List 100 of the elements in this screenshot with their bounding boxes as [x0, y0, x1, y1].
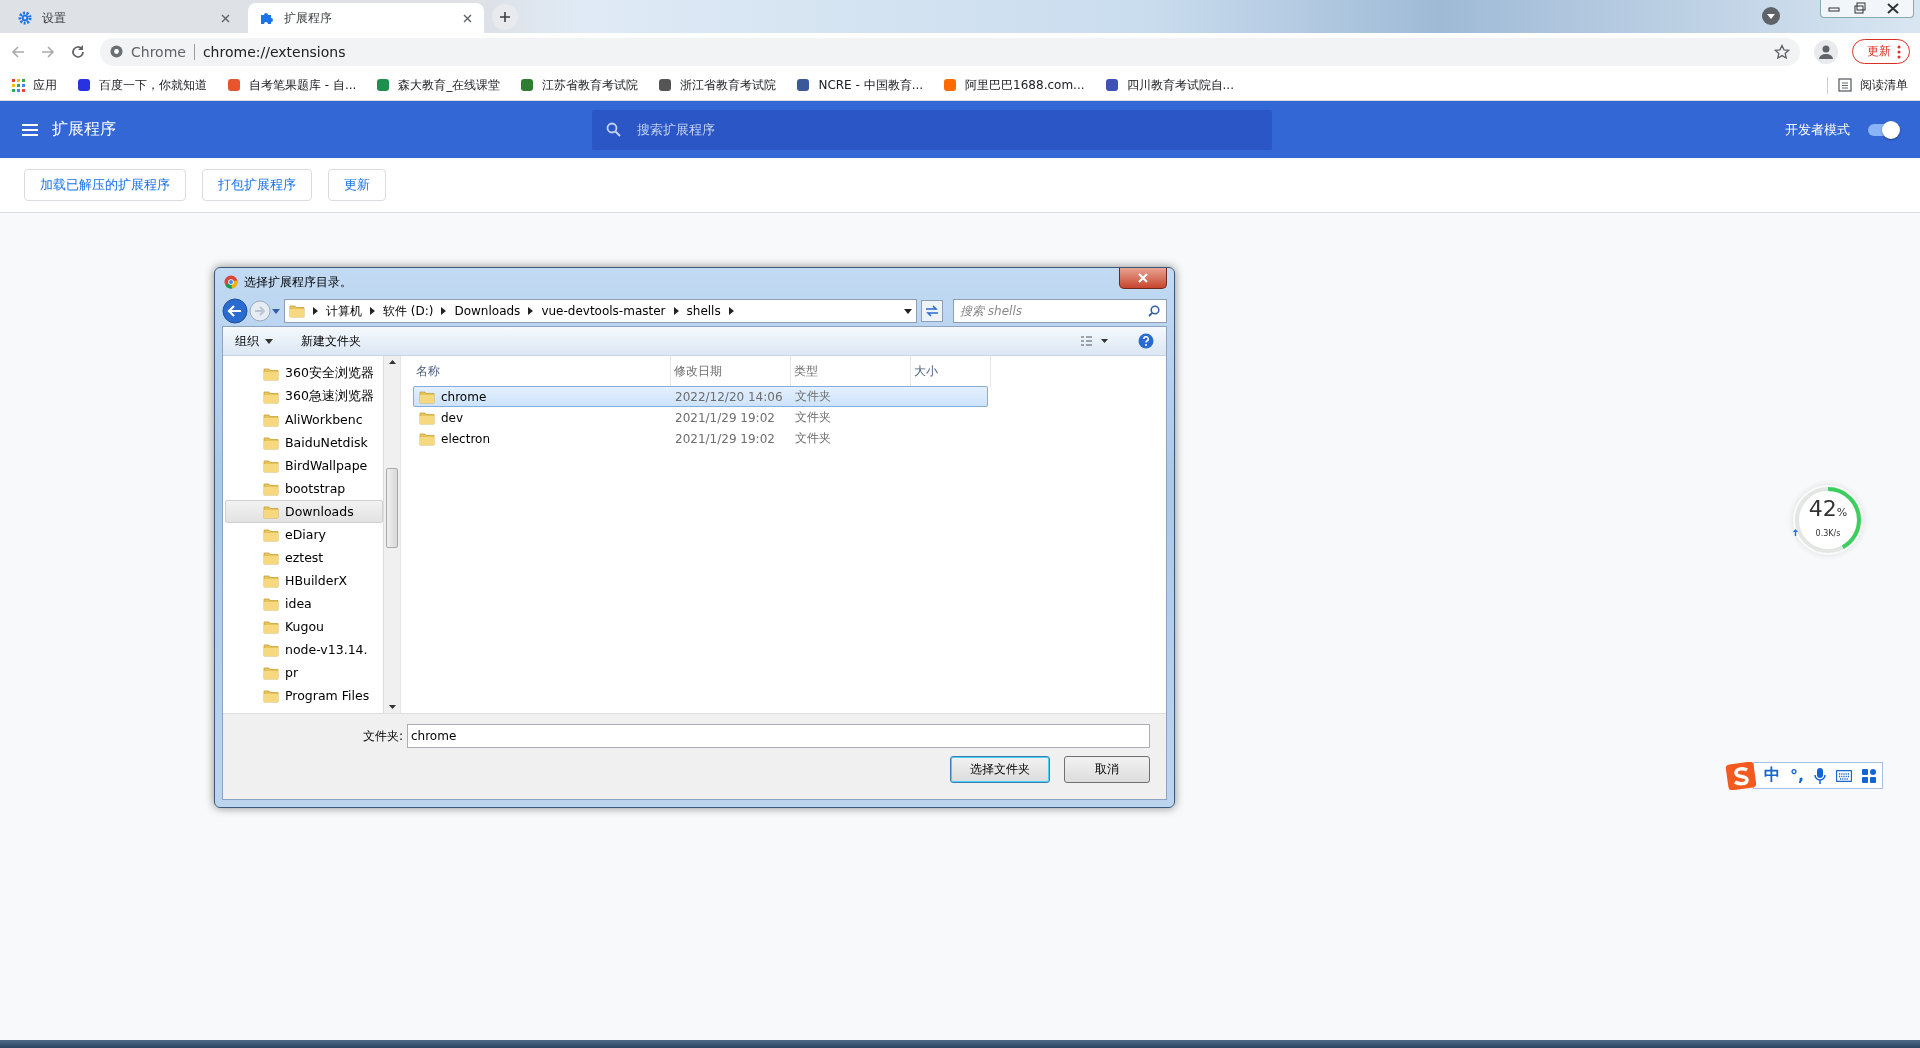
list-icon: [1838, 78, 1852, 92]
command-button[interactable]: 组织: [235, 332, 259, 350]
caret-icon[interactable]: [904, 308, 912, 314]
microphone-icon[interactable]: [1814, 767, 1827, 784]
site-label: Chrome: [131, 43, 195, 60]
folder-icon: [419, 431, 435, 446]
file-row[interactable]: chrome 2022/12/20 14:06 文件夹: [413, 386, 988, 407]
punctuation-mode[interactable]: °,: [1790, 766, 1805, 785]
folder-icon: [263, 573, 279, 588]
view-options-icon[interactable]: [1080, 335, 1110, 347]
folder-icon: [419, 389, 435, 404]
keyboard-icon[interactable]: [1836, 769, 1853, 782]
scrollbar[interactable]: [383, 356, 400, 713]
site-favicon-icon: [520, 78, 535, 92]
new-tab-button[interactable]: [492, 4, 518, 30]
nav-item[interactable]: eDiary: [225, 523, 383, 546]
nav-item[interactable]: 360安全浏览器: [225, 362, 383, 385]
file-row[interactable]: dev 2021/1/29 19:02 文件夹: [413, 407, 988, 428]
close-icon: [1137, 273, 1149, 283]
search-field[interactable]: 搜索扩展程序: [592, 109, 1272, 150]
chevron-icon[interactable]: [313, 307, 318, 315]
caret-icon[interactable]: [265, 338, 273, 344]
bookmark[interactable]: 江苏省教育考试院: [520, 76, 639, 94]
browser-tab[interactable]: 设置: [6, 3, 242, 33]
chevron-icon[interactable]: [728, 307, 734, 315]
bookmark[interactable]: 浙江省教育考试院: [658, 76, 777, 94]
nav-item[interactable]: pr: [225, 661, 383, 684]
folder-icon: [263, 435, 279, 450]
site-favicon-icon: [376, 78, 391, 92]
nav-item[interactable]: bootstrap: [225, 477, 383, 500]
menu-icon[interactable]: [22, 123, 38, 136]
nav-item[interactable]: Program Files: [225, 684, 383, 707]
dialog-button[interactable]: 选择文件夹: [950, 756, 1050, 783]
nav-item[interactable]: eztest: [225, 546, 383, 569]
nav-item[interactable]: HBuilderX: [225, 569, 383, 592]
modified-date: 2021/1/29 19:02: [674, 431, 776, 446]
site-favicon-icon: [943, 78, 958, 92]
site-favicon-icon: [1104, 78, 1119, 92]
close-icon[interactable]: [463, 13, 472, 23]
modified-date: 2022/12/20 14:06: [674, 389, 784, 404]
bookmark[interactable]: 森大教育_在线课堂: [376, 76, 501, 94]
breadcrumb-segment[interactable]: 软件 (D:): [383, 302, 434, 320]
browser-tab[interactable]: 扩展程序: [248, 3, 484, 33]
chevron-icon[interactable]: [528, 307, 534, 315]
file-type: 文件夹: [794, 430, 832, 447]
ime-logo-icon[interactable]: [1726, 761, 1756, 790]
bookmark[interactable]: 阿里巴巴1688.com...: [943, 76, 1085, 94]
address-bar[interactable]: Chrome chrome://extensions: [100, 37, 1800, 66]
puzzle-icon: [260, 11, 274, 25]
nav-item[interactable]: BaiduNetdisk: [225, 431, 383, 454]
bookmark[interactable]: 自考笔果题库 - 自...: [227, 76, 357, 94]
breadcrumb-segment[interactable]: Downloads: [454, 304, 521, 318]
nav-item[interactable]: node-v13.14.: [225, 638, 383, 661]
chevron-icon[interactable]: [673, 307, 679, 315]
upload-speed: 0.3K/s: [1815, 529, 1841, 538]
scroll-thumb[interactable]: [386, 468, 398, 548]
action-button[interactable]: 打包扩展程序: [202, 169, 312, 201]
bookmark[interactable]: NCRE - 中国教育...: [796, 76, 924, 94]
grid-icon[interactable]: [1862, 768, 1877, 783]
breadcrumb-segment[interactable]: 计算机: [326, 302, 362, 320]
scroll-down-icon[interactable]: [388, 705, 396, 709]
chevron-icon[interactable]: [441, 307, 447, 315]
bookmark[interactable]: 应用: [12, 76, 57, 94]
developer-mode-toggle[interactable]: [1868, 123, 1898, 136]
reading-list-button[interactable]: 阅读清单: [1827, 76, 1908, 94]
search-field[interactable]: 搜索 shells: [953, 299, 1167, 323]
modified-date: 2021/1/29 19:02: [674, 410, 776, 425]
refresh-icon[interactable]: [921, 300, 943, 322]
folder-icon: [263, 688, 279, 703]
folder-icon: [263, 481, 279, 496]
nav-item[interactable]: BirdWallpape: [225, 454, 383, 477]
nav-item[interactable]: idea: [225, 592, 383, 615]
nav-item[interactable]: Downloads: [225, 500, 383, 523]
dropdown-icon[interactable]: [1762, 7, 1780, 25]
bookmark[interactable]: 百度一下，你就知道: [77, 76, 207, 94]
breadcrumb-segment[interactable]: shells: [686, 304, 721, 318]
file-row[interactable]: electron 2021/1/29 19:02 文件夹: [413, 428, 988, 449]
nav-item[interactable]: 360急速浏览器: [225, 385, 383, 408]
site-favicon-icon: [227, 78, 241, 92]
help-icon[interactable]: [1138, 333, 1154, 349]
reload-icon[interactable]: [70, 43, 86, 60]
file-name: electron: [441, 431, 491, 446]
action-button[interactable]: 加载已解压的扩展程序: [24, 169, 186, 201]
chevron-icon[interactable]: [370, 307, 375, 315]
dialog-button[interactable]: 取消: [1064, 756, 1150, 783]
input-mode[interactable]: 中: [1764, 765, 1780, 786]
update-button[interactable]: 更新: [1852, 39, 1910, 64]
profile-icon[interactable]: [1814, 39, 1838, 64]
breadcrumb-bar[interactable]: 计算机 软件 (D:) Downloads vue-devtools-master shells: [284, 299, 917, 323]
star-icon[interactable]: [1774, 43, 1790, 60]
nav-item[interactable]: Kugou: [225, 615, 383, 638]
bookmark[interactable]: 四川教育考试院自...: [1104, 76, 1234, 94]
scroll-up-icon[interactable]: [388, 360, 396, 364]
command-button[interactable]: 新建文件夹: [301, 332, 361, 350]
close-button[interactable]: [1119, 268, 1167, 289]
back-icon[interactable]: [222, 298, 248, 324]
breadcrumb-segment[interactable]: vue-devtools-master: [541, 304, 666, 318]
folder-field[interactable]: chrome: [407, 724, 1150, 748]
nav-item[interactable]: AliWorkbenc: [225, 408, 383, 431]
action-button[interactable]: 更新: [328, 169, 386, 201]
